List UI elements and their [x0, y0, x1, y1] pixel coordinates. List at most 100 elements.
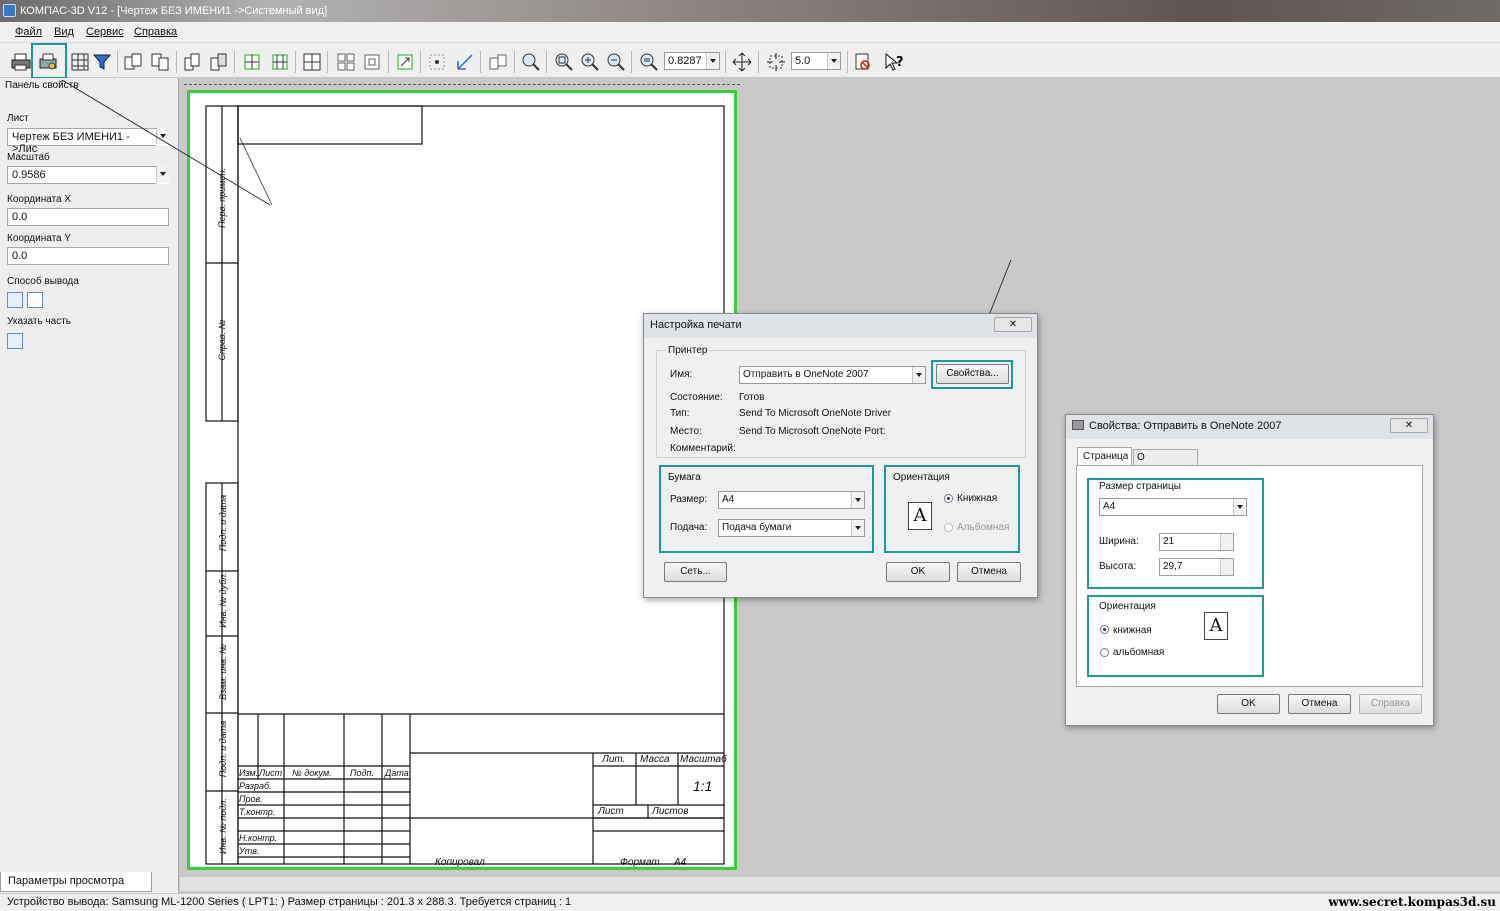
copy-sheets-icon[interactable]: [183, 52, 203, 72]
status-text: Устройство вывода: Samsung ML-1200 Serie…: [7, 896, 572, 908]
stamp-row-norm-control: Н.контр.: [239, 833, 278, 843]
menu-service[interactable]: Сервис: [86, 26, 124, 38]
toolbar-step-combo[interactable]: 5.0: [791, 52, 841, 70]
print-dialog-close-icon[interactable]: ✕: [994, 317, 1032, 332]
portrait-radio[interactable]: [944, 494, 953, 503]
tile-icon[interactable]: [336, 52, 356, 72]
width-label: Ширина:: [1099, 536, 1139, 547]
sheet-select[interactable]: Чертеж БЕЗ ИМЕНИ1 ->Лис: [7, 128, 169, 155]
page-size-value: A4: [1103, 501, 1116, 512]
side-label-reference: Справ. №: [217, 319, 227, 361]
props-ok-button[interactable]: OK: [1217, 694, 1280, 714]
stamp-copied: Копировал: [435, 857, 485, 868]
app-icon: [3, 4, 16, 17]
page-arrange-icon[interactable]: [150, 52, 170, 72]
printer-properties-dialog: Свойства: Отправить в OneNote 2007 ✕ Стр…: [1065, 414, 1434, 726]
printer-name-select[interactable]: Отправить в OneNote 2007: [739, 366, 926, 384]
network-button[interactable]: Сеть...: [664, 562, 727, 582]
height-input[interactable]: 29,7: [1159, 558, 1234, 576]
status-bar: Устройство вывода: Samsung ML-1200 Serie…: [0, 893, 1500, 911]
zoom-frame-icon[interactable]: [554, 52, 574, 72]
tab-page[interactable]: Страница: [1077, 447, 1132, 465]
printer-place-value: Send To Microsoft OneNote Port:: [739, 426, 886, 437]
props-portrait-radio[interactable]: [1100, 625, 1109, 634]
view-params-tab[interactable]: Параметры просмотра: [0, 872, 152, 892]
zoom-in-icon[interactable]: [580, 52, 600, 72]
select-part-icon[interactable]: [7, 333, 23, 349]
print-cancel-button[interactable]: Отмена: [957, 562, 1021, 582]
stamp-row-approved: Утв.: [239, 846, 260, 856]
printer-type-label: Тип:: [670, 408, 690, 419]
printer-place-label: Место:: [670, 426, 702, 437]
paper-group-label: Бумага: [668, 472, 701, 483]
scale-select[interactable]: 0.9586: [7, 166, 169, 184]
coord-y-label: Координата Y: [7, 233, 72, 244]
paper-feed-select[interactable]: Подача бумаги: [718, 519, 865, 537]
window-title: КОМПАС-3D V12 - [Чертеж БЕЗ ИМЕНИ1 ->Сис…: [20, 5, 328, 17]
page-boundary: [184, 84, 740, 86]
horizontal-scrollbar[interactable]: [180, 877, 1500, 891]
grid-icon[interactable]: [70, 52, 90, 72]
print-icon[interactable]: [11, 52, 31, 72]
props-cancel-button[interactable]: Отмена: [1288, 694, 1351, 714]
corner-select-icon[interactable]: [395, 52, 415, 72]
page-layout-icon[interactable]: [123, 52, 143, 72]
fit-sheet-icon[interactable]: [242, 52, 262, 72]
stamp-header-change: Изм.: [239, 768, 259, 778]
paper-size-select[interactable]: A4: [718, 491, 865, 509]
printer-type-value: Send To Microsoft OneNote Driver: [739, 408, 892, 419]
props-dialog-close-icon[interactable]: ✕: [1390, 418, 1428, 433]
zoom-window-icon[interactable]: [521, 52, 541, 72]
print-dialog-title: Настройка печати: [650, 319, 742, 331]
toolbar: 0.8287 5.0 ?: [0, 43, 1500, 79]
sheet-grid-icon[interactable]: [302, 52, 322, 72]
print-ok-button[interactable]: OK: [886, 562, 950, 582]
props-landscape-radio[interactable]: [1100, 648, 1109, 657]
print-setup-dialog: Настройка печати ✕ Принтер Имя: Отправит…: [643, 313, 1038, 598]
props-portrait-page-icon: A: [1204, 612, 1228, 640]
menu-file[interactable]: Файл: [15, 26, 42, 38]
menu-help[interactable]: Справка: [134, 26, 177, 38]
select-part-label: Указать часть: [7, 316, 72, 327]
page-size-select[interactable]: A4: [1099, 498, 1247, 516]
stamp-mass: Масса: [640, 754, 670, 765]
coord-x-input[interactable]: 0.0: [7, 208, 169, 226]
axis-icon[interactable]: [455, 52, 475, 72]
fit-all-icon[interactable]: [270, 52, 290, 72]
toolbar-scale-combo[interactable]: 0.8287: [664, 52, 720, 70]
stamp-header-sign: Подп.: [350, 768, 374, 778]
properties-panel: Панель свойств Лист Чертеж БЕЗ ИМЕНИ1 ->…: [0, 78, 179, 893]
layout-pages-icon[interactable]: [488, 52, 508, 72]
menu-view[interactable]: Вид: [54, 26, 74, 38]
help-pointer-icon[interactable]: ?: [884, 52, 904, 72]
toolbar-scale-value: 0.8287: [668, 55, 702, 67]
zoom-out-icon[interactable]: [606, 52, 626, 72]
delete-sheets-icon[interactable]: [209, 52, 229, 72]
stamp-scale-header: Масштаб: [680, 754, 727, 765]
pan-icon[interactable]: [732, 52, 752, 72]
paper-feed-label: Подача:: [670, 522, 708, 533]
side-label-dup-inv: Инв. № дубл.: [218, 572, 228, 628]
scale-label: Масштаб: [7, 152, 50, 163]
height-value: 29,7: [1163, 561, 1183, 572]
snap-grid-icon[interactable]: [427, 52, 447, 72]
output-method-label: Способ вывода: [7, 276, 79, 287]
props-dialog-title: Свойства: Отправить в OneNote 2007: [1089, 420, 1282, 432]
paper-size-label: Размер:: [670, 494, 708, 505]
output-method-1-icon[interactable]: [7, 292, 23, 308]
portrait-page-icon: A: [908, 502, 932, 530]
step-cursor-icon[interactable]: [766, 52, 786, 72]
zoom-scale-icon[interactable]: [639, 52, 659, 72]
close-preview-icon[interactable]: [853, 52, 873, 72]
stamp-format: Формат: [620, 857, 660, 868]
printer-name-label: Имя:: [670, 369, 693, 380]
width-input[interactable]: 21: [1159, 533, 1234, 551]
output-method-2-icon[interactable]: [27, 292, 43, 308]
landscape-radio[interactable]: [944, 523, 953, 532]
tab-about[interactable]: О программе: [1133, 449, 1198, 474]
side-label-replace-inv: Взам. инв. №: [218, 644, 228, 700]
props-help-button[interactable]: Справка: [1359, 694, 1422, 714]
single-page-icon[interactable]: [362, 52, 382, 72]
coord-y-input[interactable]: 0.0: [7, 247, 169, 265]
filter-icon[interactable]: [92, 52, 112, 72]
